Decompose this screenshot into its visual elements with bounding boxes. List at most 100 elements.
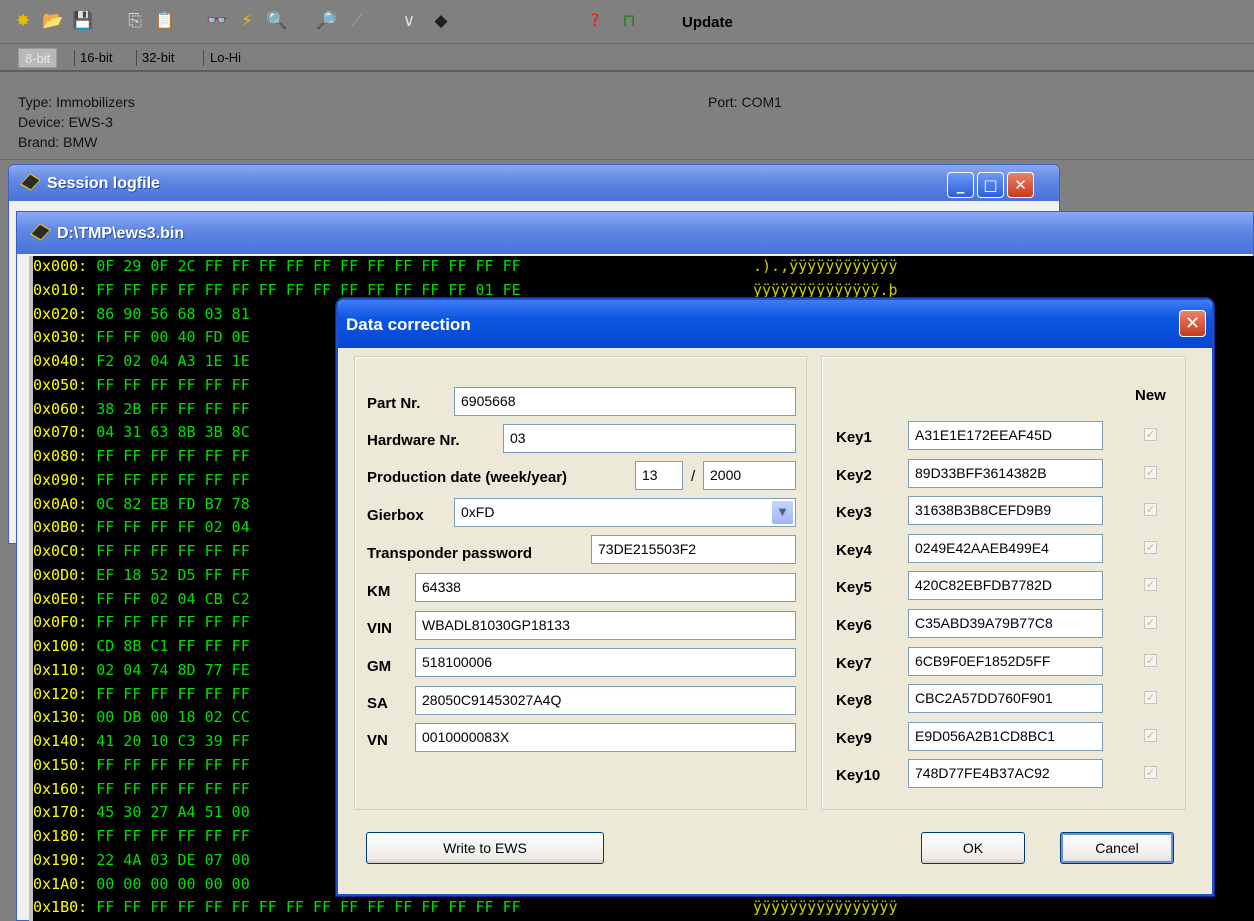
hex-row-bytes: 00 DB 00 18 02 CC (96, 708, 250, 727)
hex-row[interactable]: 0x010: FF FF FF FF FF FF FF FF FF FF FF … (33, 281, 898, 299)
hex-row[interactable]: 0x070: 04 31 63 8B 3B 8C (33, 423, 250, 441)
production-week-field[interactable]: 13 (635, 461, 683, 490)
hex-row[interactable]: 0x170: 45 30 27 A4 51 00 (33, 803, 250, 821)
hex-row[interactable]: 0x0B0: FF FF FF FF 02 04 (33, 518, 250, 536)
close-button[interactable]: ✕ (1007, 172, 1034, 198)
hex-row-address: 0x040: (33, 352, 88, 370)
hex-row[interactable]: 0x050: FF FF FF FF FF FF (33, 376, 250, 394)
lightning-icon[interactable]: ⚡ (234, 8, 260, 34)
hex-row-address: 0x060: (33, 399, 88, 418)
cancel-button[interactable]: Cancel (1060, 832, 1174, 864)
hex-row[interactable]: 0x140: 41 20 10 C3 39 FF (33, 732, 250, 750)
glasses-icon[interactable]: 👓 (204, 8, 230, 34)
km-field[interactable]: 64338 (415, 573, 796, 602)
find-next-icon[interactable]: 🔎 (314, 8, 340, 34)
help-icon[interactable]: ? (582, 8, 608, 34)
wand-icon[interactable]: ⟋ (344, 8, 370, 34)
hex-row[interactable]: 0x020: 86 90 56 68 03 81 (33, 305, 250, 323)
key-new-checkbox[interactable]: ✓ (1144, 465, 1157, 479)
hardware-nr-field[interactable]: 03 (503, 424, 796, 453)
tab-lo-hi[interactable]: Lo-Hi (210, 48, 241, 68)
bin-file-titlebar[interactable]: D:\TMP\ews3.bin (17, 212, 1253, 254)
dialog-close-button[interactable]: ✕ (1179, 310, 1206, 337)
hex-row[interactable]: 0x090: FF FF FF FF FF FF (33, 471, 250, 489)
hex-row[interactable]: 0x130: 00 DB 00 18 02 CC (33, 708, 250, 726)
part-nr-field[interactable]: 6905668 (454, 387, 796, 416)
key-value-field[interactable]: 420C82EBFDB7782D (908, 571, 1103, 601)
device-info-panel: Type: Immobilizers Device: EWS-3 Brand: … (0, 74, 1254, 160)
hex-row[interactable]: 0x100: CD 8B C1 FF FF FF (33, 637, 250, 655)
hex-row[interactable]: 0x150: FF FF FF FF FF FF (33, 756, 250, 774)
ok-button[interactable]: OK (921, 832, 1025, 864)
hex-row[interactable]: 0x1B0: FF FF FF FF FF FF FF FF FF FF FF … (33, 898, 898, 916)
vn-field[interactable]: 0010000083X (415, 723, 796, 752)
transponder-password-field[interactable]: 73DE215503F2 (591, 535, 796, 564)
key-new-checkbox[interactable]: ✓ (1144, 503, 1157, 517)
key-new-checkbox[interactable]: ✓ (1144, 616, 1157, 629)
gm-field[interactable]: 518100006 (415, 648, 796, 677)
search-icon[interactable]: 🔍 (264, 8, 290, 34)
key-new-checkbox[interactable]: ✓ (1144, 428, 1157, 441)
new-icon[interactable]: ✸ (10, 8, 36, 34)
production-date-label: Production date (week/year) (367, 469, 568, 486)
hex-row[interactable]: 0x160: FF FF FF FF FF FF (33, 780, 250, 798)
tab-32-bit[interactable]: 32-bit (142, 48, 175, 68)
key-new-checkbox[interactable]: ✓ (1144, 540, 1157, 554)
hex-row[interactable]: 0x030: FF FF 00 40 FD 0E (33, 328, 250, 346)
key-value-field[interactable]: 31638B3B8CEFD9B9 (908, 496, 1103, 526)
key-value-field[interactable]: E9D056A2B1CD8BC1 (908, 721, 1103, 751)
key-value-field[interactable]: C35ABD39A79B77C8 (908, 609, 1103, 638)
hex-row[interactable]: 0x040: F2 02 04 A3 1E 1E (33, 352, 250, 370)
key-new-checkbox[interactable]: ✓ (1144, 653, 1157, 667)
exit-icon[interactable]: ⊓ (616, 8, 642, 34)
sa-field[interactable]: 28050C91453027A4Q (415, 686, 796, 715)
key-value-field[interactable]: 0249E42AAEB499E4 (908, 533, 1103, 563)
hex-row[interactable]: 0x1A0: 00 00 00 00 00 00 (33, 875, 250, 893)
session-logfile-titlebar[interactable]: Session logfile _ □ ✕ (9, 165, 1059, 201)
hex-row[interactable]: 0x0F0: FF FF FF FF FF FF (33, 613, 250, 631)
key-new-checkbox[interactable]: ✓ (1144, 691, 1157, 705)
production-year-field[interactable]: 2000 (703, 461, 796, 490)
tab-8-bit[interactable]: 8-bit (18, 48, 58, 68)
key-new-checkbox[interactable]: ✓ (1144, 728, 1157, 742)
hex-row-bytes: FF FF 02 04 CB C2 (96, 589, 250, 608)
key-value-field[interactable]: 89D33BFF3614382B (908, 458, 1103, 488)
dialog-titlebar[interactable]: Data correction ✕ (338, 300, 1212, 348)
checkmark-icon[interactable]: ∨ (396, 8, 422, 34)
hex-row-bytes: 22 4A 03 DE 07 00 (96, 850, 250, 869)
hex-row[interactable]: 0x110: 02 04 74 8D 77 FE (33, 661, 250, 679)
key-label: Key2 (836, 466, 872, 484)
key-value-field[interactable]: A31E1E172EEAF45D (908, 421, 1103, 450)
hex-row-ascii: .).,ÿÿÿÿÿÿÿÿÿÿÿÿ (753, 257, 898, 275)
update-button[interactable]: Update (682, 14, 733, 31)
open-folder-icon[interactable]: 📂 (40, 8, 66, 34)
key-value-field[interactable]: 748D77FE4B37AC92 (908, 759, 1103, 789)
key-new-checkbox[interactable]: ✓ (1144, 578, 1157, 592)
key-value-field[interactable]: CBC2A57DD760F901 (908, 684, 1103, 714)
minimize-button[interactable]: _ (947, 172, 974, 198)
paste-icon[interactable]: 📋 (152, 8, 178, 34)
chevron-down-icon[interactable]: ▼ (772, 501, 793, 524)
copy-icon[interactable]: ⎘ (122, 8, 148, 34)
vin-field[interactable]: WBADL81030GP18133 (415, 611, 796, 640)
chip-icon (31, 226, 49, 240)
maximize-button[interactable]: □ (977, 172, 1004, 198)
key-label: Key5 (836, 579, 872, 597)
tab-16-bit[interactable]: 16-bit (80, 48, 113, 68)
save-icon[interactable]: 💾 (70, 8, 96, 34)
hex-row[interactable]: 0x060: 38 2B FF FF FF FF (33, 400, 250, 418)
hex-row[interactable]: 0x080: FF FF FF FF FF FF (33, 447, 250, 465)
key-new-checkbox[interactable]: ✓ (1144, 766, 1157, 780)
hex-row[interactable]: 0x180: FF FF FF FF FF FF (33, 827, 250, 845)
write-to-ews-button[interactable]: Write to EWS (366, 832, 604, 864)
hex-row[interactable]: 0x0E0: FF FF 02 04 CB C2 (33, 590, 250, 608)
hex-row[interactable]: 0x000: 0F 29 0F 2C FF FF FF FF FF FF FF … (33, 257, 898, 275)
hex-row[interactable]: 0x0C0: FF FF FF FF FF FF (33, 542, 250, 560)
hex-row[interactable]: 0x0D0: EF 18 52 D5 FF FF (33, 566, 250, 584)
hex-row[interactable]: 0x190: 22 4A 03 DE 07 00 (33, 851, 250, 869)
hex-row[interactable]: 0x0A0: 0C 82 EB FD B7 78 (33, 495, 250, 513)
key-value-field[interactable]: 6CB9F0EF1852D5FF (908, 646, 1103, 676)
gierbox-select[interactable]: 0xFD ▼ (454, 498, 796, 527)
chip-icon[interactable]: ◆ (428, 8, 454, 34)
hex-row[interactable]: 0x120: FF FF FF FF FF FF (33, 685, 250, 703)
